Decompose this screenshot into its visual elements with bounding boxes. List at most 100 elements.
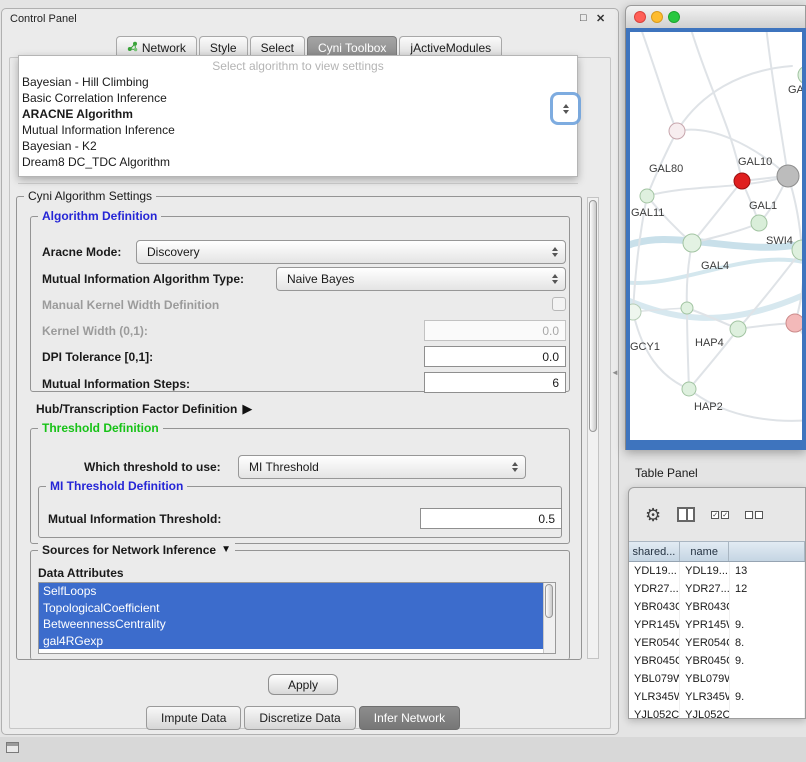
hub-definition-toggle[interactable]: Hub/Transcription Factor Definition ▶ [36, 401, 252, 417]
dropdown-item-aracne-algorithm[interactable]: ARACNE Algorithm [19, 106, 577, 122]
which-threshold-value: MI Threshold [249, 460, 319, 474]
table-row[interactable]: YJL052CYJL052C [629, 706, 805, 719]
network-node[interactable] [683, 234, 701, 252]
bottom-tab-impute-data[interactable]: Impute Data [146, 706, 241, 730]
bottom-tab-discretize-data[interactable]: Discretize Data [244, 706, 355, 730]
network-node[interactable] [734, 173, 750, 189]
sources-title-row[interactable]: Sources for Network Inference ▼ [38, 543, 235, 557]
table-cell: YDR27... [629, 580, 680, 598]
kernel-width-field[interactable]: 0.0 [424, 320, 566, 341]
network-node[interactable] [669, 123, 685, 139]
column-header-name[interactable]: name [680, 542, 730, 561]
node-label-swi4: SWI4 [766, 235, 793, 247]
kernel-width-label: Kernel Width (0,1): [42, 324, 148, 338]
mi-type-select[interactable]: Naive Bayes [276, 267, 566, 291]
network-node[interactable] [630, 304, 641, 320]
table-row[interactable]: YBR045CYBR045C9. [629, 652, 805, 670]
bottom-tab-infer-network[interactable]: Infer Network [359, 706, 460, 730]
attribute-items: SelfLoopsTopologicalCoefficientBetweenne… [39, 583, 555, 649]
network-edge[interactable] [692, 223, 759, 243]
aracne-mode-select[interactable]: Discovery [136, 240, 566, 264]
network-edge[interactable] [677, 66, 792, 131]
mi-threshold-group-title: MI Threshold Definition [46, 479, 187, 493]
dropdown-item-dream8-dc-tdc-algorithm[interactable]: Dream8 DC_TDC Algorithm [19, 154, 577, 170]
manual-kernel-checkbox[interactable] [552, 297, 566, 311]
table-row[interactable]: YPR145WYPR145W9. [629, 616, 805, 634]
aracne-mode-label: Aracne Mode: [42, 245, 121, 259]
combo-arrows-icon [512, 462, 518, 472]
select-all-checks-icon[interactable]: ✓ ✓ [711, 511, 729, 519]
algorithm-combo-button[interactable] [553, 95, 578, 122]
node-label-hap2: HAP2 [694, 401, 723, 413]
table-row[interactable]: YDR27...YDR27...12 [629, 580, 805, 598]
which-threshold-select[interactable]: MI Threshold [238, 455, 526, 479]
network-node[interactable] [751, 215, 767, 231]
network-edge[interactable] [640, 32, 677, 131]
network-view-window: GAL80GAL10GAL11GAL1SWI4GAL4GCY1HAP4HAP2G… [625, 5, 806, 450]
columns-icon[interactable] [677, 507, 695, 522]
table-cell: 8. [730, 634, 805, 652]
settings-scrollbar-thumb[interactable] [589, 200, 597, 432]
network-edge[interactable] [677, 130, 788, 176]
network-node[interactable] [777, 165, 799, 187]
table-cell: YPR145W [629, 616, 680, 634]
close-icon[interactable]: ✕ [596, 12, 605, 25]
network-edge[interactable] [647, 196, 692, 243]
network-canvas[interactable]: GAL80GAL10GAL11GAL1SWI4GAL4GCY1HAP4HAP2G… [630, 32, 802, 440]
gear-icon[interactable]: ⚙ [645, 506, 661, 524]
table-cell [730, 670, 805, 688]
table-row[interactable]: YBL079WYBL079W [629, 670, 805, 688]
table-row[interactable]: YBR043CYBR043C [629, 598, 805, 616]
minimize-traffic-light[interactable] [651, 11, 663, 23]
table-cell: YBR043C [629, 598, 680, 616]
attribute-item-selfloops[interactable]: SelfLoops [39, 583, 543, 600]
network-icon [127, 41, 138, 55]
dropdown-item-mutual-information-inference[interactable]: Mutual Information Inference [19, 122, 577, 138]
attribute-item-topologicalcoefficient[interactable]: TopologicalCoefficient [39, 600, 543, 617]
network-edge[interactable] [630, 294, 802, 318]
network-node[interactable] [681, 302, 693, 314]
network-edge[interactable] [687, 308, 689, 389]
apply-button[interactable]: Apply [268, 674, 338, 695]
control-panel-title: Control Panel [10, 13, 77, 25]
dropdown-item-bayesian-hill-climbing[interactable]: Bayesian - Hill Climbing [19, 74, 577, 90]
close-traffic-light[interactable] [634, 11, 646, 23]
table-row[interactable]: YLR345WYLR345W9. [629, 688, 805, 706]
panel-collapse-handle[interactable]: ◄ [611, 368, 619, 377]
table-row[interactable]: YDL19...YDL19...13 [629, 562, 805, 580]
float-window-icon[interactable]: □ [580, 12, 587, 24]
minimized-panel-icon[interactable] [6, 742, 19, 753]
tab-label: Style [210, 41, 237, 55]
bottom-tab-bar: Impute DataDiscretize DataInfer Network [146, 706, 460, 730]
attribute-item-betweennesscentrality[interactable]: BetweennessCentrality [39, 616, 543, 633]
network-node[interactable] [682, 382, 696, 396]
network-edge[interactable] [692, 181, 742, 243]
dropdown-item-bayesian-k2[interactable]: Bayesian - K2 [19, 138, 577, 154]
table-cell [730, 598, 805, 616]
network-edge[interactable] [766, 32, 788, 176]
column-header-shared[interactable]: shared... [629, 542, 680, 561]
network-window-titlebar [625, 5, 806, 28]
mi-type-label: Mutual Information Algorithm Type: [42, 272, 244, 286]
network-node[interactable] [798, 66, 802, 84]
network-node[interactable] [786, 314, 802, 332]
dpi-tolerance-label: DPI Tolerance [0,1]: [42, 350, 153, 364]
dpi-tolerance-field[interactable]: 0.0 [424, 346, 566, 367]
expand-right-icon: ▶ [242, 401, 252, 417]
network-node[interactable] [640, 189, 654, 203]
table-row[interactable]: YER054CYER054C8. [629, 634, 805, 652]
attribute-item-gal4rgexp[interactable]: gal4RGexp [39, 633, 543, 650]
column-header-2[interactable] [729, 542, 805, 561]
deselect-all-checks-icon[interactable] [745, 511, 763, 519]
network-node[interactable] [730, 321, 746, 337]
zoom-traffic-light[interactable] [668, 11, 680, 23]
table-cell: 9. [730, 616, 805, 634]
attributes-scrollbar-thumb[interactable] [545, 584, 553, 618]
dropdown-prompt: Select algorithm to view settings [19, 58, 577, 74]
dropdown-item-basic-correlation-inference[interactable]: Basic Correlation Inference [19, 90, 577, 106]
table-cell: YPR145W [680, 616, 730, 634]
table-cell: YJL052C [680, 706, 730, 719]
mi-threshold-field[interactable]: 0.5 [420, 508, 562, 529]
settings-scrollbar [587, 197, 599, 659]
mi-steps-field[interactable]: 6 [424, 372, 566, 393]
